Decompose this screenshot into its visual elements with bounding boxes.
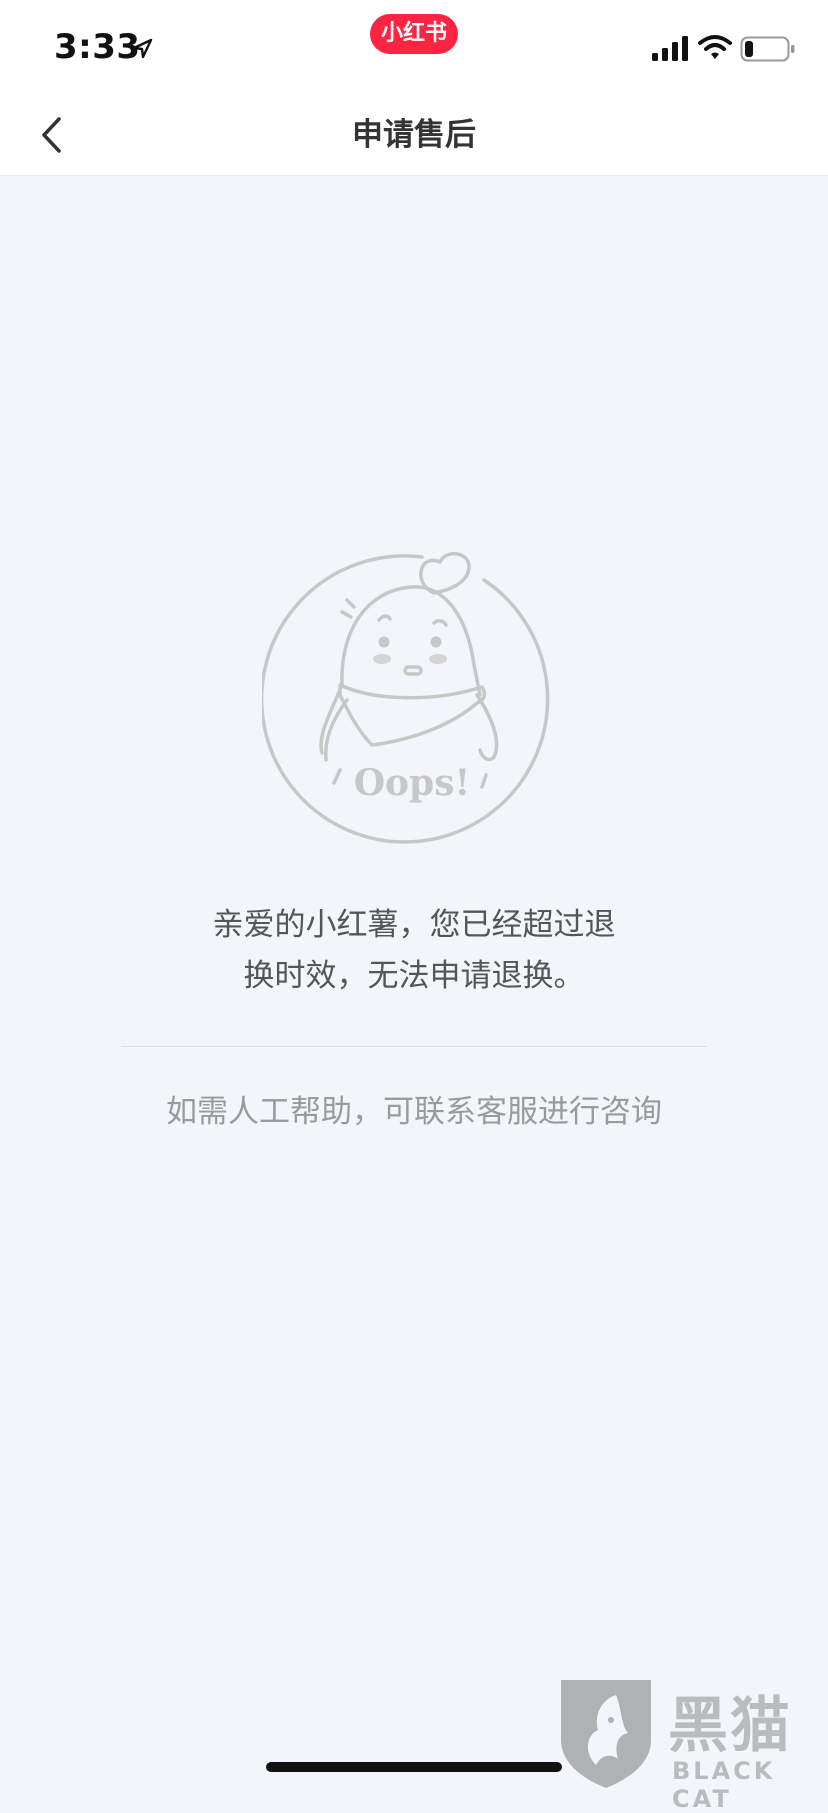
- divider: [121, 1046, 707, 1047]
- page-title: 申请售后: [352, 117, 476, 153]
- expired-message: 亲爱的小红薯，您已经超过退 换时效，无法申请退换。: [150, 900, 678, 1002]
- watermark-en-text: BLACK CAT: [672, 1757, 776, 1813]
- status-time: 3:33: [54, 27, 141, 67]
- back-button[interactable]: [26, 105, 86, 165]
- home-indicator[interactable]: [266, 1762, 562, 1772]
- battery-icon: [740, 36, 795, 62]
- oops-illustration: Oops!: [262, 552, 550, 844]
- nav-bar: 申请售后: [0, 95, 828, 176]
- message-line-1: 亲爱的小红薯，您已经超过退: [212, 907, 616, 943]
- cellular-signal-icon: [652, 36, 688, 61]
- app-badge: 小红书: [370, 14, 458, 54]
- black-cat-watermark: 黑猫 BLACK CAT: [556, 1675, 826, 1813]
- help-text: 如需人工帮助，可联系客服进行咨询: [166, 1094, 662, 1130]
- oops-label: Oops!: [354, 762, 471, 804]
- wifi-icon: [698, 35, 732, 59]
- black-cat-logo-icon: [561, 1680, 651, 1788]
- chevron-left-icon: [42, 117, 61, 153]
- status-bar: 3:33 小红书: [0, 0, 828, 95]
- watermark-cn-text: 黑猫: [668, 1691, 792, 1761]
- message-line-2: 换时效，无法申请退换。: [243, 958, 585, 994]
- location-arrow-icon: [132, 38, 153, 59]
